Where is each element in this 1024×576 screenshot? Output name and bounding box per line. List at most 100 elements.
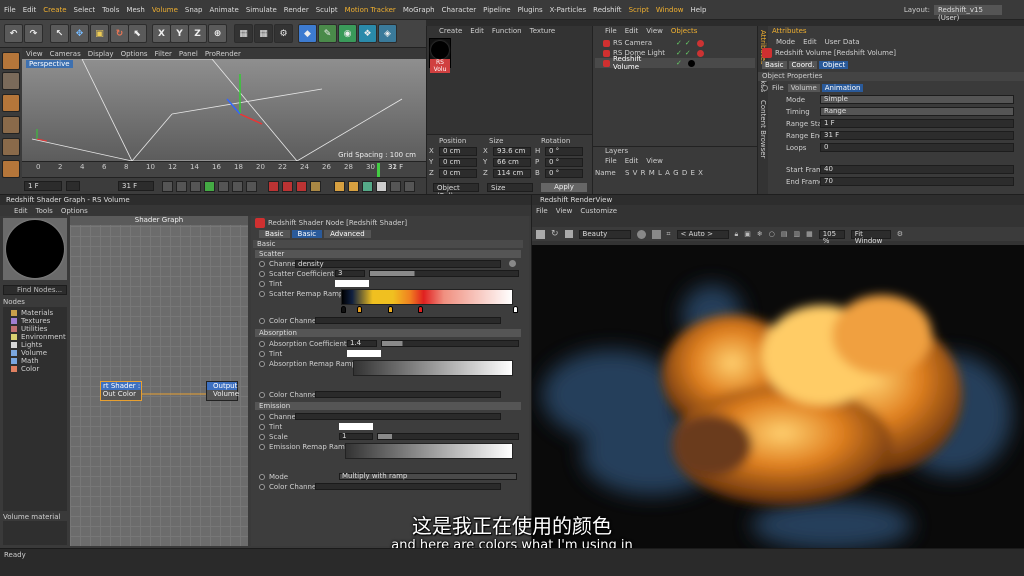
find-nodes-input[interactable]: Find Nodes... (3, 285, 67, 295)
emission-scale-field[interactable]: 1 (339, 433, 373, 440)
absorption-section[interactable]: Absorption (255, 329, 521, 337)
layers-menu-edit[interactable]: Edit (625, 157, 639, 165)
emission-channel-radio[interactable] (259, 413, 265, 420)
scatter-coef-radio[interactable] (259, 270, 265, 277)
viewport[interactable]: Perspective Grid Spacing : 100 cm (22, 59, 426, 161)
absorption-coef-radio[interactable] (259, 340, 265, 347)
subdivision-icon[interactable]: ◉ (338, 24, 357, 43)
attr-value-field[interactable]: Simple (820, 95, 1014, 104)
enabled-check-icon[interactable]: ✓ (685, 39, 691, 47)
attributes-tab-coord[interactable]: Coord. (788, 61, 818, 69)
scatter-remap-ramp[interactable] (341, 289, 513, 305)
render-menu-customize[interactable]: Customize (580, 207, 617, 215)
animation-subtab[interactable]: Animation (821, 84, 864, 92)
save-icon[interactable]: ▤ (781, 230, 788, 238)
snapshot-icon[interactable]: ▣ (744, 230, 751, 238)
move-key-icon[interactable] (334, 181, 345, 192)
layout-select[interactable]: Redshift_v15 (User) (934, 5, 1002, 22)
redo-button[interactable]: ↷ (24, 24, 43, 43)
attr-value-field[interactable]: 40 (820, 165, 1014, 174)
tag-icon[interactable] (696, 39, 704, 47)
emission-scale-slider[interactable] (377, 433, 519, 440)
ramp-knot[interactable] (418, 306, 423, 313)
graph-menu-edit[interactable]: Edit (14, 207, 28, 215)
coord-value-field[interactable]: 0 ° (545, 158, 583, 167)
render-picture-viewer-icon[interactable]: ▦ (254, 24, 273, 43)
node-category[interactable]: Environment (3, 333, 67, 341)
bucket-icon[interactable] (651, 229, 661, 239)
make-editable-icon[interactable] (2, 52, 20, 70)
start-frame-field[interactable]: 1 F (24, 181, 62, 191)
play-icon[interactable] (204, 181, 215, 192)
scatter-color-channel-field[interactable] (315, 317, 501, 324)
crop-icon[interactable]: ⌗ (667, 230, 671, 239)
shader-tab-0[interactable]: Basic (259, 230, 290, 238)
circle-icon[interactable]: ○ (769, 230, 775, 238)
emission-color-channel-field[interactable] (315, 483, 501, 490)
end-frame-field[interactable]: 31 F (118, 181, 154, 191)
scatter-color-channel-radio[interactable] (259, 317, 265, 324)
z-axis-button[interactable]: Z (188, 24, 207, 43)
shader-node-port[interactable]: Out Color (101, 390, 141, 398)
emission-tint-swatch[interactable] (339, 423, 373, 430)
node-category[interactable]: Math (3, 357, 67, 365)
attributes-menu-user-data[interactable]: User Data (825, 38, 860, 46)
scatter-channel-select[interactable]: density (295, 260, 501, 268)
next-frame-icon[interactable] (218, 181, 229, 192)
deformer-icon[interactable]: ◈ (378, 24, 397, 43)
object-menu-file[interactable]: File (605, 27, 617, 35)
viewport-menu-prorender[interactable]: ProRender (205, 50, 241, 58)
node-category[interactable]: Materials (3, 309, 67, 317)
points-mode-icon[interactable] (2, 116, 20, 134)
graph-menu-options[interactable]: Options (61, 207, 88, 215)
visibility-check-icon[interactable]: ✓ (676, 49, 682, 57)
cube-icon[interactable]: ◆ (298, 24, 317, 43)
layers-menu-view[interactable]: View (646, 157, 663, 165)
render-image[interactable] (532, 245, 1024, 549)
viewport-menu-display[interactable]: Display (88, 50, 114, 58)
polygons-mode-icon[interactable] (2, 160, 20, 178)
stop-icon[interactable] (564, 230, 573, 238)
camera-select[interactable]: < Auto > (676, 229, 729, 239)
undo-button[interactable]: ↶ (4, 24, 23, 43)
visibility-check-icon[interactable]: ✓ (676, 39, 682, 47)
attr-value-field[interactable]: 31 F (820, 131, 1014, 140)
material-menu-texture[interactable]: Texture (530, 27, 556, 35)
emission-channel-select[interactable] (295, 413, 501, 420)
scatter-tint-radio[interactable] (259, 280, 265, 287)
attr-value-field[interactable]: 70 (820, 177, 1014, 186)
next-key-icon[interactable] (232, 181, 243, 192)
ramp-knot[interactable] (388, 306, 393, 313)
absorption-color-channel-radio[interactable] (259, 391, 265, 398)
zoom-field[interactable]: 105 % (818, 229, 845, 244)
scatter-coef-slider[interactable] (369, 270, 519, 277)
shader-graph-canvas[interactable]: Shader Graph rt Shader : Out Color Outpu… (70, 216, 248, 546)
coord-system-icon[interactable]: ⊕ (208, 24, 227, 43)
layers-menu-file[interactable]: File (605, 157, 617, 165)
output-node[interactable]: Output Volume (206, 381, 239, 401)
material-swatch[interactable]: RS Volu (429, 38, 451, 73)
scatter-coef-field[interactable]: 3 (335, 270, 365, 277)
goto-start-icon[interactable] (162, 181, 173, 192)
timeline-menu-icon[interactable] (404, 181, 415, 192)
color-mode-icon[interactable] (636, 229, 646, 239)
coord-value-field[interactable]: 0 cm (439, 169, 477, 178)
param-key-icon[interactable] (362, 181, 373, 192)
freeze-icon[interactable]: ❄ (757, 230, 763, 238)
coord-value-field[interactable]: 0 ° (545, 147, 583, 156)
emission-mode-radio[interactable] (259, 473, 265, 480)
attr-value-field[interactable]: 1 F (820, 119, 1014, 128)
rotate-icon[interactable]: ↻ (110, 24, 129, 43)
history-icon[interactable]: ▦ (806, 230, 813, 238)
object-row[interactable]: RS Camera ✓ ✓ (595, 38, 755, 48)
record-icon[interactable] (268, 181, 279, 192)
shader-tab-2[interactable]: Advanced (324, 230, 371, 238)
edges-mode-icon[interactable] (2, 138, 20, 156)
ramp-knot[interactable] (341, 306, 346, 313)
viewport-menu-panel[interactable]: Panel (179, 50, 198, 58)
pla-key-icon[interactable] (376, 181, 387, 192)
render-settings-icon[interactable]: ⚙ (274, 24, 293, 43)
model-mode-icon[interactable] (2, 72, 20, 90)
ramp-knot[interactable] (357, 306, 362, 313)
coord-value-field[interactable]: 66 cm (493, 158, 531, 167)
